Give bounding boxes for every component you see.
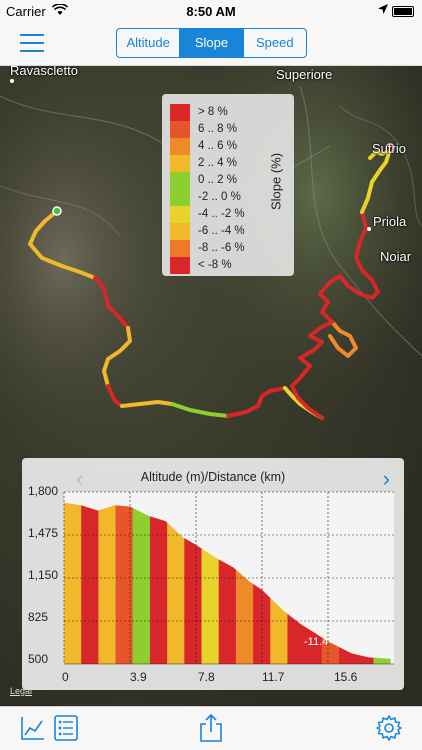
legend-swatch (170, 155, 190, 172)
place-priola: Priola (373, 214, 407, 229)
bottom-toolbar (0, 706, 422, 750)
place-sutrio: Sutrio (372, 141, 406, 156)
tab-slope[interactable]: Slope (180, 29, 244, 57)
legend-label: < -8 % (198, 259, 232, 271)
legend-swatches (170, 104, 190, 274)
legend-swatch (170, 121, 190, 138)
legend-swatch (170, 172, 190, 189)
slope-legend: > 8 % 6 .. 8 % 4 .. 6 % 2 .. 4 % 0 .. 2 % -2 … (162, 94, 294, 276)
legend-swatch (170, 104, 190, 121)
battery-icon (392, 6, 414, 17)
legend-label: 0 .. 2 % (198, 174, 237, 186)
slope-band (98, 502, 108, 664)
x-tick-label: 0 (62, 670, 69, 684)
place-noiaris: Noiar (380, 249, 412, 264)
app-screen: Carrier 8:50 AM Altitude Slope Speed Rav… (0, 0, 422, 750)
place-superiore: Superiore (276, 67, 333, 82)
legend-label: -2 .. 0 % (198, 191, 241, 203)
x-tick-label: 15.6 (334, 670, 358, 684)
location-arrow-icon (378, 4, 388, 14)
legend-label: -8 .. -6 % (198, 242, 245, 254)
settings-icon[interactable] (376, 715, 402, 741)
clock: 8:50 AM (186, 4, 236, 19)
place-ravascletto: Ravascletto (10, 66, 78, 78)
legend-swatch (170, 189, 190, 206)
slope-min-label: -11.4 (304, 636, 329, 648)
legend-label: 2 .. 4 % (198, 157, 237, 169)
list-icon[interactable] (54, 715, 78, 741)
legal-link[interactable]: Legal (10, 686, 32, 696)
nav-bar: Altitude Slope Speed (0, 22, 422, 66)
legend-label: -6 .. -4 % (198, 225, 245, 237)
x-tick-label: 11.7 (262, 670, 285, 684)
legend-swatch (170, 138, 190, 155)
menu-icon[interactable] (20, 34, 44, 52)
legend-label: > 8 % (198, 106, 228, 118)
legend-labels: > 8 % 6 .. 8 % 4 .. 6 % 2 .. 4 % 0 .. 2 % -2 … (198, 104, 245, 274)
tab-speed[interactable]: Speed (244, 29, 306, 57)
legend-swatch (170, 240, 190, 257)
legend-swatch (170, 206, 190, 223)
x-tick-label: 7.8 (198, 670, 215, 684)
legend-title: Slope (%) (268, 152, 284, 211)
metric-segmented-control: Altitude Slope Speed (116, 28, 307, 58)
legend-swatch (170, 257, 190, 274)
legend-label: -4 .. -2 % (198, 208, 245, 220)
altitude-chart (63, 491, 394, 665)
share-icon[interactable] (198, 713, 224, 743)
legend-label: 4 .. 6 % (198, 140, 237, 152)
legend-swatch (170, 223, 190, 240)
place-dot-priola (367, 227, 371, 231)
status-bar: Carrier 8:50 AM (0, 0, 422, 22)
start-marker (52, 206, 62, 216)
altitude-chart-panel: ‹ Altitude (m)/Distance (km) › 1,800 1,4… (22, 458, 404, 690)
place-dot-ravascletto (10, 79, 14, 83)
tab-altitude[interactable]: Altitude (117, 29, 181, 57)
legend-label: 6 .. 8 % (198, 123, 237, 135)
chart-icon[interactable] (20, 715, 46, 741)
x-tick-label: 3.9 (130, 670, 147, 684)
